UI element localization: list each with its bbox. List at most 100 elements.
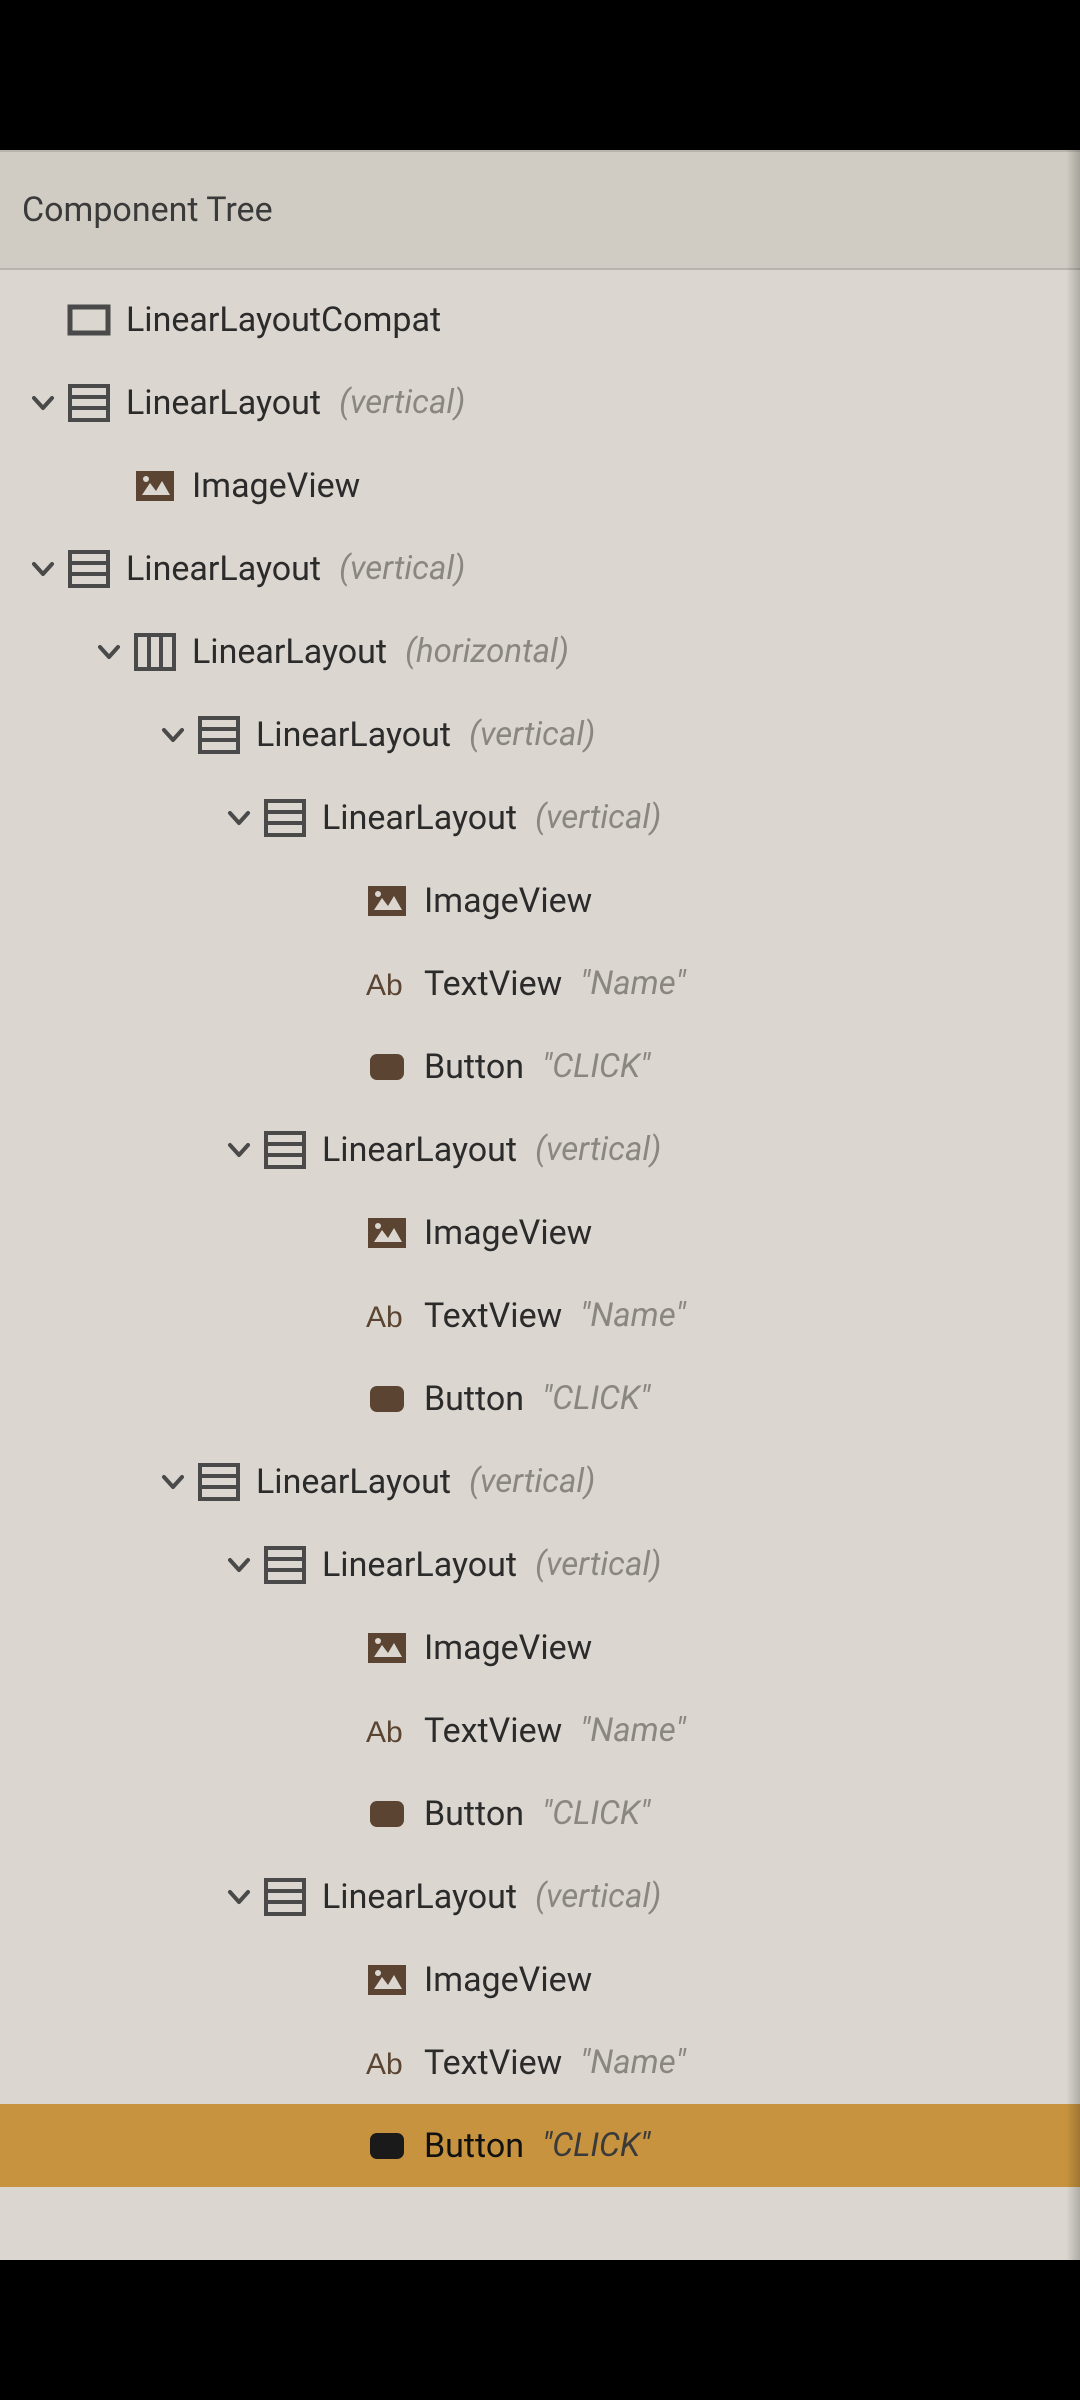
chevron-down-icon[interactable]	[216, 1127, 262, 1173]
image-icon	[364, 1210, 410, 1256]
tree-node-detail: (horizontal)	[405, 632, 569, 671]
layout-vert-icon	[66, 546, 112, 592]
tree-node-label: ImageView	[424, 881, 592, 921]
tree-row[interactable]: LinearLayout(vertical)	[0, 776, 1080, 859]
tree-node-label: TextView	[424, 1711, 562, 1751]
chevron-down-icon[interactable]	[20, 546, 66, 592]
chevron-down-icon[interactable]	[86, 629, 132, 675]
image-icon	[132, 463, 178, 509]
tree-row[interactable]: Ab TextView "Name"	[0, 1274, 1080, 1357]
tree-node-label: LinearLayout	[256, 715, 451, 755]
tree-node-label: LinearLayout	[322, 798, 517, 838]
chevron-down-icon[interactable]	[20, 380, 66, 426]
button-icon	[364, 2123, 410, 2169]
layout-vert-icon	[262, 1542, 308, 1588]
image-icon	[364, 1625, 410, 1671]
tree-node-label: Button	[424, 2126, 524, 2166]
tree-node-label: ImageView	[424, 1628, 592, 1668]
layout-vert-icon	[196, 712, 242, 758]
tree-row[interactable]: LinearLayoutCompat	[0, 278, 1080, 361]
tree-row[interactable]: LinearLayout (horizontal)	[0, 610, 1080, 693]
button-icon	[364, 1044, 410, 1090]
tree-node-detail: (vertical)	[469, 1462, 595, 1501]
component-tree-panel: Component Tree LinearLayoutCompatLinearL…	[0, 150, 1080, 2260]
tree-node-detail: "CLICK"	[542, 2126, 650, 2165]
tree-row[interactable]: LinearLayout (vertical)	[0, 1440, 1080, 1523]
chevron-down-icon[interactable]	[150, 1459, 196, 1505]
tree-node-label: TextView	[424, 1296, 562, 1336]
tree-node-label: LinearLayout	[126, 549, 321, 589]
layout-vert-icon	[262, 1127, 308, 1173]
button-icon	[364, 1376, 410, 1422]
tree-row[interactable]: ImageView	[0, 444, 1080, 527]
ab-icon: Ab	[364, 1708, 410, 1754]
ab-icon: Ab	[364, 2040, 410, 2086]
chevron-down-icon[interactable]	[150, 712, 196, 758]
tree-node-label: TextView	[424, 2043, 562, 2083]
tree-node-detail: "CLICK"	[542, 1379, 650, 1418]
tree-row[interactable]: ImageView	[0, 859, 1080, 942]
tree-node-detail: "Name"	[580, 2043, 686, 2082]
svg-text:Ab: Ab	[366, 1716, 403, 1749]
tree-row[interactable]: ImageView	[0, 1938, 1080, 2021]
tree-node-label: LinearLayout	[256, 1462, 451, 1502]
tree-row[interactable]: Ab TextView "Name"	[0, 942, 1080, 1025]
tree-node-label: Button	[424, 1794, 524, 1834]
component-tree[interactable]: LinearLayoutCompat LinearLayout (vertical)…	[0, 270, 1080, 2187]
chevron-down-icon[interactable]	[216, 1542, 262, 1588]
tree-node-detail: (vertical)	[535, 1877, 661, 1916]
tree-row[interactable]: Button "CLICK"	[0, 2104, 1080, 2187]
tree-node-label: ImageView	[424, 1213, 592, 1253]
tree-node-detail: "Name"	[580, 1711, 686, 1750]
tree-node-detail: (vertical)	[339, 383, 465, 422]
tree-row[interactable]: LinearLayout (vertical)	[0, 1523, 1080, 1606]
tree-node-detail: "CLICK"	[542, 1047, 650, 1086]
tree-row[interactable]: ImageView	[0, 1191, 1080, 1274]
tree-row[interactable]: Ab TextView "Name"	[0, 2021, 1080, 2104]
tree-row[interactable]: Button "CLICK"	[0, 1025, 1080, 1108]
ab-icon: Ab	[364, 1293, 410, 1339]
tree-node-label: LinearLayout	[322, 1877, 517, 1917]
tree-node-detail: (vertical)	[535, 1130, 661, 1169]
tree-node-label: LinearLayout	[192, 632, 387, 672]
tree-node-detail: (vertical)	[469, 715, 595, 754]
image-icon	[364, 1957, 410, 2003]
tree-row[interactable]: Ab TextView "Name"	[0, 1689, 1080, 1772]
ab-icon: Ab	[364, 961, 410, 1007]
tree-node-label: ImageView	[192, 466, 360, 506]
tree-row[interactable]: Button "CLICK"	[0, 1357, 1080, 1440]
panel-header: Component Tree	[0, 150, 1080, 270]
tree-node-label: ImageView	[424, 1960, 592, 2000]
tree-node-label: Button	[424, 1047, 524, 1087]
chevron-down-icon[interactable]	[216, 1874, 262, 1920]
tree-node-label: LinearLayout	[322, 1545, 517, 1585]
tree-node-detail: (vertical)	[339, 549, 465, 588]
tree-node-label: Button	[424, 1379, 524, 1419]
tree-node-detail: "Name"	[580, 964, 686, 1003]
tree-node-label: LinearLayout	[126, 383, 321, 423]
svg-text:Ab: Ab	[366, 2048, 403, 2081]
layout-horiz-icon	[132, 629, 178, 675]
tree-row[interactable]: LinearLayout (vertical)	[0, 1108, 1080, 1191]
layout-vert-icon	[196, 1459, 242, 1505]
layout-vert-icon	[66, 380, 112, 426]
tree-row[interactable]: LinearLayout (vertical)	[0, 693, 1080, 776]
tree-node-detail: (vertical)	[535, 1545, 661, 1584]
image-icon	[364, 878, 410, 924]
tree-row[interactable]: ImageView	[0, 1606, 1080, 1689]
button-icon	[364, 1791, 410, 1837]
tree-node-label: LinearLayout	[322, 1130, 517, 1170]
tree-row[interactable]: LinearLayout (vertical)	[0, 527, 1080, 610]
tree-node-label: TextView	[424, 964, 562, 1004]
tree-row[interactable]: LinearLayout (vertical)	[0, 361, 1080, 444]
tree-row[interactable]: LinearLayout (vertical)	[0, 1855, 1080, 1938]
layout-vert-icon	[262, 795, 308, 841]
tree-node-detail: "Name"	[580, 1296, 686, 1335]
rect-outline-icon	[66, 297, 112, 343]
chevron-down-icon[interactable]	[216, 795, 262, 841]
layout-vert-icon	[262, 1874, 308, 1920]
tree-node-detail: "CLICK"	[542, 1794, 650, 1833]
panel-title: Component Tree	[22, 190, 273, 230]
svg-text:Ab: Ab	[366, 969, 403, 1002]
tree-row[interactable]: Button "CLICK"	[0, 1772, 1080, 1855]
